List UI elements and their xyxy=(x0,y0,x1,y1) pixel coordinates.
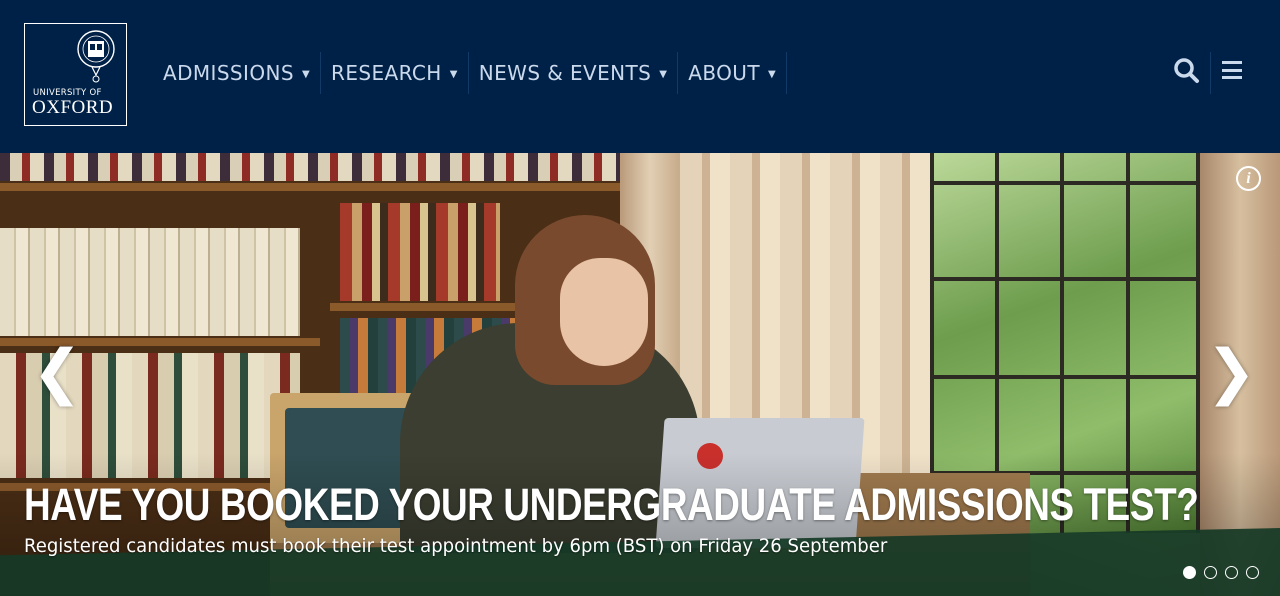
caret-down-icon: ▼ xyxy=(301,68,311,80)
oxford-logo[interactable]: UNIVERSITY OF OXFORD xyxy=(24,23,127,126)
nav-item-news-events[interactable]: NEWS & EVENTS ▼ xyxy=(469,52,679,94)
hero-carousel: i ❮ ❯ HAVE YOU BOOKED YOUR UNDERGRADUATE… xyxy=(0,153,1280,596)
nav-item-label: ABOUT xyxy=(688,61,760,85)
caret-down-icon: ▼ xyxy=(767,68,777,80)
logo-line2: OXFORD xyxy=(32,97,114,118)
nav-item-admissions[interactable]: ADMISSIONS ▼ xyxy=(153,52,322,94)
header-divider xyxy=(1210,52,1211,94)
nav-item-about[interactable]: ABOUT ▼ xyxy=(678,52,788,94)
carousel-prev-arrow[interactable]: ❮ xyxy=(32,337,82,407)
carousel-dot-4[interactable] xyxy=(1246,566,1259,579)
carousel-dot-1[interactable] xyxy=(1183,566,1196,579)
carousel-next-arrow[interactable]: ❯ xyxy=(1206,337,1256,407)
oxford-crest-icon xyxy=(77,30,115,83)
main-nav: ADMISSIONS ▼ RESEARCH ▼ NEWS & EVENTS ▼ … xyxy=(153,52,788,94)
carousel-dot-3[interactable] xyxy=(1225,566,1238,579)
hero-title[interactable]: HAVE YOU BOOKED YOUR UNDERGRADUATE ADMIS… xyxy=(24,479,1199,531)
caret-down-icon: ▼ xyxy=(659,68,668,80)
carousel-dot-2[interactable] xyxy=(1204,566,1217,579)
caret-down-icon: ▼ xyxy=(449,68,458,80)
info-icon[interactable]: i xyxy=(1236,166,1261,191)
hero-subtitle: Registered candidates must book their te… xyxy=(24,535,888,557)
search-icon xyxy=(1174,58,1199,83)
hero-image-student-face xyxy=(560,258,648,366)
site-header: UNIVERSITY OF OXFORD ADMISSIONS ▼ RESEAR… xyxy=(0,0,1280,153)
search-button[interactable] xyxy=(1172,56,1202,86)
nav-item-label: RESEARCH xyxy=(331,61,442,85)
nav-item-label: ADMISSIONS xyxy=(163,61,294,85)
hamburger-menu-icon[interactable] xyxy=(1222,61,1242,79)
nav-item-label: NEWS & EVENTS xyxy=(478,61,652,85)
carousel-dots xyxy=(1183,566,1259,579)
nav-item-research[interactable]: RESEARCH ▼ xyxy=(321,52,469,94)
